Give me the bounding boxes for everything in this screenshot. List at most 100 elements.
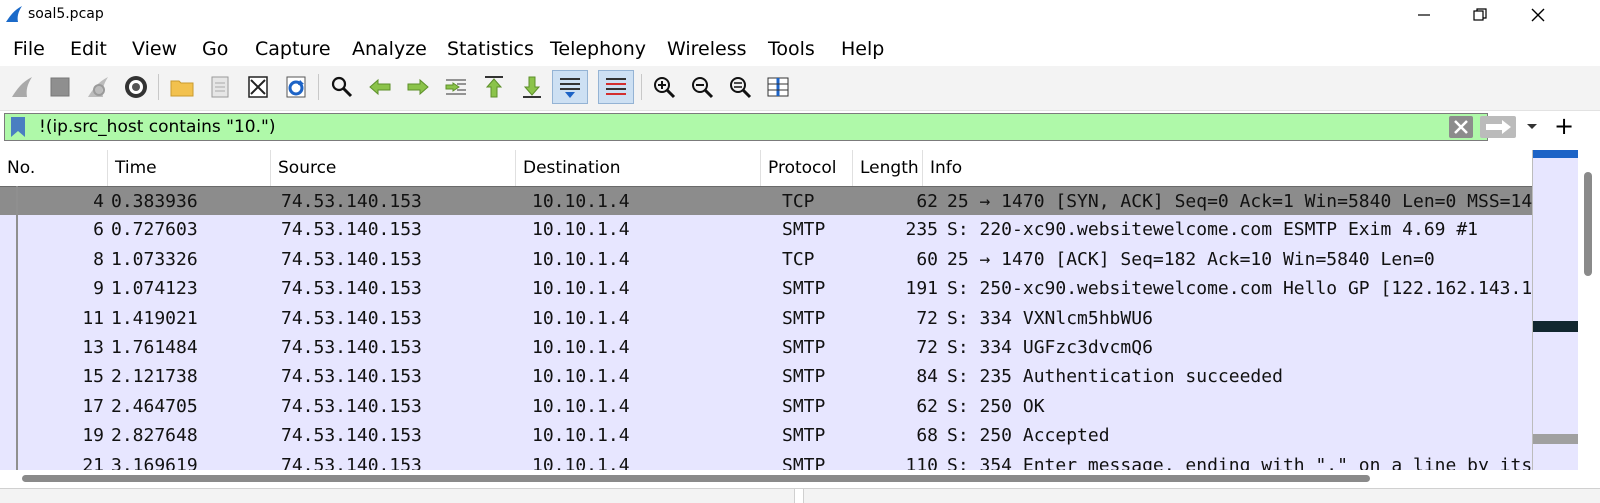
horizontal-scroll-thumb[interactable] [22,475,1370,482]
column-header-destination[interactable]: Destination [516,150,761,186]
horizontal-scrollbar[interactable] [0,470,1532,486]
reload-file-button[interactable] [280,70,312,104]
column-header-protocol[interactable]: Protocol [761,150,853,186]
column-header-time[interactable]: Time [108,150,271,186]
cell-time: 0.383936 [111,191,198,212]
column-header-source[interactable]: Source [271,150,516,186]
cell-length: 110 [905,454,938,470]
save-file-button[interactable] [204,70,236,104]
menu-telephony[interactable]: Telephony [550,38,646,60]
cell-info: 25 → 1470 [SYN, ACK] Seq=0 Ack=1 Win=584… [947,191,1532,212]
column-header-info[interactable]: Info [923,150,1532,186]
cell-time: 1.419021 [111,307,198,329]
menu-wireless[interactable]: Wireless [667,38,747,60]
cell-source: 74.53.140.153 [281,191,422,212]
go-first-button[interactable] [478,70,510,104]
packet-minimap[interactable] [1532,150,1578,470]
vertical-scrollbar[interactable] [1580,170,1596,470]
cell-destination: 10.10.1.4 [532,307,630,329]
go-back-button[interactable] [364,70,396,104]
normal-size-button[interactable] [724,70,756,104]
menu-edit[interactable]: Edit [70,38,107,60]
minimize-button[interactable] [1398,0,1450,30]
cell-source: 74.53.140.153 [281,366,422,388]
zoom-in-button[interactable] [648,70,680,104]
stop-capture-button[interactable] [44,70,76,104]
cell-info: S: 250 Accepted [947,425,1110,447]
zoom-out-button[interactable] [686,70,718,104]
cell-length: 62 [916,191,938,212]
cell-length: 62 [916,395,938,417]
go-forward-icon [407,78,429,96]
autoscroll-button[interactable] [552,70,588,104]
cell-protocol: SMTP [782,425,826,447]
packet-details-pane [0,488,1600,503]
table-row[interactable]: 8 1.073326 74.53.140.153 10.10.1.4 TCP 60 25 →… [0,244,1532,275]
table-row[interactable]: 6 0.727603 74.53.140.153 10.10.1.4 SMTP 235 S:… [0,215,1532,246]
vertical-scroll-thumb[interactable] [1584,172,1592,276]
column-header-length[interactable]: Length [853,150,923,186]
go-last-button[interactable] [516,70,548,104]
find-packet-button[interactable] [326,70,358,104]
toolbar-separator [641,74,642,100]
menu-go[interactable]: Go [202,38,228,60]
menu-view[interactable]: View [132,38,177,60]
filter-history-dropdown[interactable] [1525,116,1539,140]
cell-info: S: 354 Enter message, ending with "." on… [947,454,1532,470]
pane-splitter[interactable] [794,489,804,503]
cell-source: 74.53.140.153 [281,307,422,329]
column-header-no[interactable]: No. [0,150,108,186]
menu-file[interactable]: File [13,38,45,60]
display-filter-text[interactable]: !(ip.src_host contains "10.") [39,117,275,137]
open-file-button[interactable] [166,70,198,104]
minimap-selected-marker [1533,150,1578,158]
add-filter-button[interactable]: + [1552,112,1576,140]
table-row-selected[interactable]: 4 0.383936 74.53.140.153 10.10.1.4 TCP 62 25 →… [0,186,1532,216]
go-forward-button[interactable] [402,70,434,104]
bookmark-icon[interactable] [9,117,27,137]
table-row[interactable]: 15 2.121738 74.53.140.153 10.10.1.4 SMTP 84 S:… [0,362,1532,393]
table-row[interactable]: 17 2.464705 74.53.140.153 10.10.1.4 SMTP 62 S:… [0,391,1532,422]
menu-capture[interactable]: Capture [255,38,331,60]
start-capture-button[interactable] [6,70,38,104]
toolbar-separator [318,74,319,100]
conversation-line [16,186,18,470]
cell-source: 74.53.140.153 [281,395,422,417]
menu-tools[interactable]: Tools [768,38,815,60]
clear-filter-button[interactable] [1449,116,1473,138]
menu-help[interactable]: Help [841,38,884,60]
autoscroll-icon [560,78,580,98]
cell-length: 235 [905,219,938,241]
table-row[interactable]: 13 1.761484 74.53.140.153 10.10.1.4 SMTP 72 S:… [0,333,1532,363]
colorize-button[interactable] [598,70,634,104]
restore-icon [1473,8,1487,21]
cell-info: S: 235 Authentication succeeded [947,366,1283,388]
cell-source: 74.53.140.153 [281,248,422,270]
apply-filter-button[interactable] [1480,116,1516,138]
cell-protocol: SMTP [782,307,826,329]
table-row[interactable]: 9 1.074123 74.53.140.153 10.10.1.4 SMTP 191 S:… [0,274,1532,305]
cell-info: S: 334 VXNlcm5hbWU6 [947,307,1153,329]
display-filter-input[interactable]: !(ip.src_host contains "10.") [4,113,1537,141]
cell-length: 60 [916,248,938,270]
minimap-viewport-marker [1533,434,1578,444]
table-row[interactable]: 21 3.169619 74.53.140.153 10.10.1.4 SMTP 110 S… [0,450,1532,470]
menu-statistics[interactable]: Statistics [447,38,534,60]
resize-columns-button[interactable] [762,70,794,104]
close-file-button[interactable] [242,70,274,104]
restart-capture-button[interactable] [82,70,114,104]
menu-analyze[interactable]: Analyze [352,38,427,60]
table-row[interactable]: 11 1.419021 74.53.140.153 10.10.1.4 SMTP 72 S:… [0,303,1532,334]
table-row[interactable]: 19 2.827648 74.53.140.153 10.10.1.4 SMTP 68 S:… [0,421,1532,452]
zoom-in-icon [654,77,676,99]
capture-options-button[interactable] [120,70,152,104]
cell-length: 191 [905,278,938,300]
close-window-button[interactable] [1512,0,1564,30]
maximize-button[interactable] [1454,0,1506,30]
go-to-packet-button[interactable] [440,70,472,104]
cell-source: 74.53.140.153 [281,278,422,300]
close-icon [1531,8,1545,22]
cell-destination: 10.10.1.4 [532,219,630,241]
cell-destination: 10.10.1.4 [532,366,630,388]
packet-list-header: No. Time Source Destination Protocol Len… [0,150,1532,187]
